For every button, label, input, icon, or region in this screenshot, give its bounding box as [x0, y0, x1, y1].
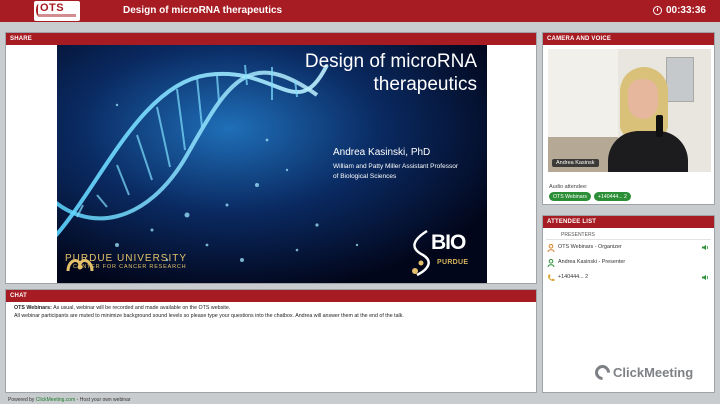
audio-attendee-badges: OTS Webinars +140444... 2: [549, 192, 631, 201]
phone-handset-icon: [656, 115, 663, 137]
audio-badge[interactable]: OTS Webinars: [549, 192, 591, 201]
bio-purdue-logo: BIO PURDUE: [409, 229, 487, 279]
timer-value: 00:33:36: [665, 5, 706, 16]
presenter-affiliation: William and Patty Miller Assistant Profe…: [333, 162, 487, 182]
presenter-name: Andrea Kasinski, PhD: [333, 147, 431, 158]
ots-logo: OTS: [34, 1, 80, 21]
attendee-row[interactable]: OTS Webinars - Organizer: [543, 241, 714, 255]
attendee-name: +140444... 2: [558, 274, 589, 280]
phone-icon: [548, 274, 555, 281]
presenters-subheading: PRESENTERS: [546, 228, 711, 240]
attendee-name: OTS Webinars - Organizer: [558, 244, 622, 250]
affiliation-line-1: William and Patty Miller Assistant Profe…: [333, 163, 458, 170]
chat-text: As usual, webinar will be recorded and m…: [53, 305, 231, 311]
slide-title: Design of microRNA therapeutics: [247, 51, 477, 97]
clickmeeting-link[interactable]: ClickMeeting.com: [36, 397, 75, 403]
bio-logo-subtext: PURDUE: [437, 259, 469, 266]
affiliation-line-2: of Biological Sciences: [333, 172, 397, 180]
powered-by-label: Powered by: [8, 396, 35, 403]
share-panel: SHARE Design of microRNA therapeutics An…: [5, 32, 537, 284]
watermark-text: ClickMeeting: [613, 365, 694, 380]
chat-panel: CHAT OTS Webinars: As usual, webinar wil…: [5, 289, 537, 393]
slide-title-line-2: therapeutics: [373, 73, 477, 95]
slide-title-line-1: Design of microRNA: [304, 51, 477, 72]
presenter-icon: [547, 259, 555, 267]
footer: Powered by ClickMeeting.com - Host your …: [0, 395, 720, 404]
share-panel-heading: SHARE: [6, 33, 536, 45]
chat-message: All webinar participants are muted to mi…: [14, 312, 404, 319]
audio-badge[interactable]: +140444... 2: [593, 192, 631, 201]
chat-messages: OTS Webinars: As usual, webinar will be …: [6, 302, 536, 324]
clock-icon: [652, 6, 662, 15]
organizer-icon: [547, 244, 555, 252]
top-bar: OTS Design of microRNA therapeutics 00:3…: [0, 0, 720, 22]
camera-panel-heading: CAMERA AND VOICE: [543, 33, 714, 45]
presentation-slide: Design of microRNA therapeutics Andrea K…: [57, 45, 487, 283]
chat-sender: OTS Webinars:: [14, 305, 52, 311]
purdue-logo: PURDUE UNIVERSITY CENTER FOR CANCER RESE…: [65, 253, 187, 272]
speaker-icon: [702, 244, 708, 251]
webinar-title: Design of microRNA therapeutics: [123, 5, 283, 16]
clickmeeting-logo-icon: [591, 361, 614, 384]
attendee-list-heading: ATTENDEE LIST: [543, 216, 714, 228]
attendee-row[interactable]: Andrea Kasinski - Presenter: [543, 256, 714, 270]
camera-panel: CAMERA AND VOICE Andrea Kasinsk Audio at…: [542, 32, 715, 205]
footer-tagline: - Host your own webinar: [75, 396, 131, 403]
session-timer: 00:33:36: [652, 5, 706, 16]
chat-panel-heading: CHAT: [6, 290, 536, 302]
purdue-mark-icon: [66, 259, 94, 272]
speaker-icon: [702, 274, 708, 281]
logo-text: OTS: [40, 2, 65, 14]
bio-logo-text: BIO: [431, 231, 466, 254]
attendee-row[interactable]: +140444... 2: [543, 271, 714, 285]
clickmeeting-watermark: ClickMeeting: [591, 361, 694, 384]
chat-message: OTS Webinars: As usual, webinar will be …: [14, 305, 528, 313]
video-name-tag: Andrea Kasinsk: [552, 159, 599, 167]
attendee-name: Andrea Kasinski - Presenter: [558, 259, 626, 265]
audio-attendee-label: Audio attendee:: [549, 184, 588, 190]
presenter-video[interactable]: Andrea Kasinsk: [548, 49, 711, 172]
